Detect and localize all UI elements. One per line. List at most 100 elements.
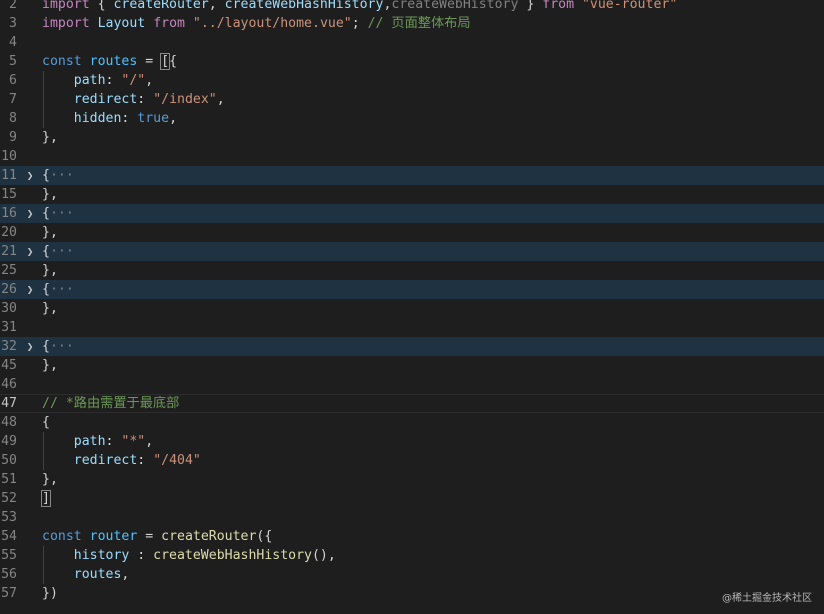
code-token: [ [160, 53, 171, 70]
line-number: 55 [1, 548, 17, 563]
code-text[interactable]: const routes = [{ [42, 52, 177, 71]
line-number: 30 [1, 301, 17, 316]
code-text[interactable]: history : createWebHashHistory(), [42, 546, 336, 565]
line-number: 2 [9, 0, 17, 12]
code-text[interactable]: {··· [42, 337, 74, 356]
code-line[interactable]: 16 ❯ {··· [0, 204, 824, 223]
code-text[interactable]: {··· [42, 166, 74, 185]
fold-chevron-icon[interactable]: ❯ [24, 166, 36, 185]
code-token: "../layout/home.vue" [192, 16, 352, 31]
code-line[interactable]: 9}, [0, 128, 824, 147]
code-line[interactable]: 53 [0, 508, 824, 527]
code-token: { [42, 206, 50, 221]
code-text[interactable]: const router = createRouter({ [42, 527, 272, 546]
code-text[interactable]: }, [42, 223, 58, 242]
line-number: 53 [1, 510, 17, 525]
line-number: 8 [9, 111, 17, 126]
code-line[interactable]: 7 redirect: "/index", [0, 90, 824, 109]
code-line[interactable]: 3 import Layout from "../layout/home.vue"… [0, 14, 824, 33]
code-line[interactable]: 54 const router = createRouter({ [0, 527, 824, 546]
code-token: { [42, 282, 50, 297]
line-number: 56 [1, 567, 17, 582]
code-text[interactable]: }, [42, 128, 58, 147]
line-number: 45 [1, 358, 17, 373]
code-line[interactable]: 56 routes, [0, 565, 824, 584]
code-text[interactable]: import { createRouter, createWebHashHist… [42, 0, 677, 14]
code-token: { [89, 0, 114, 12]
code-text[interactable]: }, [42, 470, 58, 489]
code-line[interactable]: 45}, [0, 356, 824, 375]
code-text[interactable]: redirect: "/index", [42, 90, 225, 109]
line-number: 54 [1, 529, 17, 544]
code-text[interactable]: hidden: true, [42, 109, 177, 128]
line-number: 52 [1, 491, 17, 506]
code-text[interactable]: path: "/", [42, 71, 153, 90]
code-text[interactable]: routes, [42, 565, 130, 584]
code-text[interactable]: {··· [42, 280, 74, 299]
code-comment: // *路由需置于最底部 [42, 396, 180, 411]
code-line[interactable]: 5 const routes = [{ [0, 52, 824, 71]
code-token: : [129, 548, 154, 563]
code-line[interactable]: 50 redirect: "/404" [0, 451, 824, 470]
code-line[interactable]: 4 [0, 33, 824, 52]
code-line[interactable]: 57}) [0, 584, 824, 603]
code-line[interactable]: 51}, [0, 470, 824, 489]
code-line[interactable]: 55 history : createWebHashHistory(), [0, 546, 824, 565]
code-line[interactable]: 25}, [0, 261, 824, 280]
code-token: , [169, 111, 178, 126]
code-line[interactable]: 6 path: "/", [0, 71, 824, 90]
line-number: 16 [1, 206, 17, 221]
code-line[interactable]: 26 ❯ {··· [0, 280, 824, 299]
code-line[interactable]: 30}, [0, 299, 824, 318]
code-token: createWebHashHistory [153, 548, 312, 563]
code-editor[interactable]: 2 import { createRouter, createWebHashHis… [0, 0, 824, 603]
code-line[interactable]: 48 { [0, 413, 824, 432]
code-token: = [137, 529, 162, 544]
code-line[interactable]: 8 hidden: true, [0, 109, 824, 128]
code-line[interactable]: 32 ❯ {··· [0, 337, 824, 356]
code-line[interactable]: 52] [0, 489, 824, 508]
code-line[interactable]: 46 [0, 375, 824, 394]
code-line[interactable]: 49 path: "*", [0, 432, 824, 451]
line-number: 20 [1, 225, 17, 240]
code-token: { [42, 415, 50, 430]
fold-chevron-icon[interactable]: ❯ [24, 242, 36, 261]
fold-chevron-icon[interactable]: ❯ [24, 280, 36, 299]
code-text[interactable]: path: "*", [42, 432, 153, 451]
code-text[interactable]: redirect: "/404" [42, 451, 201, 470]
code-token: true [137, 111, 170, 126]
code-line[interactable]: 15}, [0, 185, 824, 204]
code-text[interactable]: }) [42, 584, 58, 603]
code-text[interactable]: import Layout from "../layout/home.vue";… [42, 14, 471, 33]
code-text[interactable]: // *路由需置于最底部 [42, 395, 179, 412]
code-line[interactable]: 21 ❯ {··· [0, 242, 824, 261]
line-number: 50 [1, 453, 17, 468]
code-text[interactable]: {··· [42, 204, 74, 223]
code-text[interactable]: }, [42, 261, 58, 280]
code-text[interactable]: ] [41, 489, 51, 508]
line-number: 10 [1, 149, 17, 164]
code-text[interactable]: }, [42, 356, 58, 375]
code-line[interactable]: 10 [0, 147, 824, 166]
code-line[interactable]: 11 ❯ {··· [0, 166, 824, 185]
code-text[interactable]: }, [42, 299, 58, 318]
line-number: 49 [1, 434, 17, 449]
code-line[interactable]: 31 [0, 318, 824, 337]
fold-chevron-icon[interactable]: ❯ [24, 204, 36, 223]
code-line[interactable]: 20}, [0, 223, 824, 242]
code-token: { [42, 244, 50, 259]
code-line[interactable]: 2 import { createRouter, createWebHashHis… [0, 0, 824, 14]
line-number: 7 [9, 92, 17, 107]
fold-chevron-icon[interactable]: ❯ [24, 337, 36, 356]
code-text[interactable]: {··· [42, 242, 74, 261]
code-text[interactable]: { [42, 413, 50, 432]
code-token: from [153, 16, 185, 31]
code-text[interactable]: }, [42, 185, 58, 204]
code-line[interactable]: 47 // *路由需置于最底部 [0, 394, 824, 413]
